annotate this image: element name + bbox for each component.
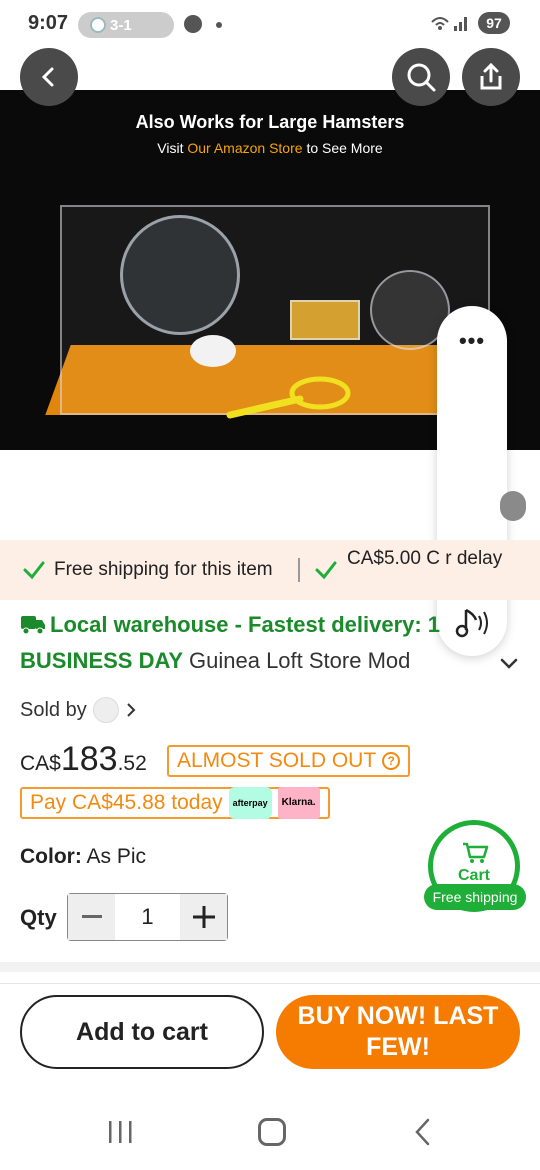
exercise-wheel [120,215,240,335]
price-whole: 183 [60,740,118,778]
team-logo-icon [90,17,106,33]
minus-button[interactable] [68,894,115,940]
quantity-stepper: 1 [67,893,228,941]
back-icon [41,67,54,87]
back-button[interactable] [20,48,78,106]
wifi-signal-icon [430,14,470,35]
hero-subline: Visit Our Amazon Store to See More [157,140,383,156]
sold-by-label: Sold by [20,698,87,721]
section-divider [0,983,540,984]
food-tray [290,300,360,340]
price-currency: CA$ [20,752,61,775]
business-day-label: BUSINESS DAY [20,648,184,673]
pay-today-badge[interactable]: Pay CA$45.88 today afterpay Klarna. [20,787,330,819]
free-shipping-badge: Free shipping [424,884,526,910]
afterpay-logo: afterpay [228,787,272,819]
hamster-cage-illustration [40,185,500,435]
notification-dot-icon [216,22,222,28]
chevron-down-icon[interactable] [500,658,518,670]
add-to-cart-button[interactable]: Add to cart [20,995,264,1069]
hamster [190,335,236,367]
klarna-logo: Klarna. [277,787,320,819]
search-button[interactable] [392,48,450,106]
yellow-tongs [226,376,351,419]
score-notification-pill: 3-1 [78,12,174,38]
check-icon [23,561,45,580]
quantity-value[interactable]: 1 [115,894,180,940]
share-icon [480,62,502,90]
check-icon [315,561,337,580]
plus-button[interactable] [180,894,227,940]
free-shipping-text: Free shipping for this item [54,559,273,580]
price: CA$183.52 [20,740,147,779]
cart-label: Cart [457,867,490,884]
search-icon [407,63,436,92]
delay-credit-text: CA$5.00 C r delay [347,548,503,569]
status-time: 9:07 [28,12,69,34]
help-icon: ? [382,752,401,770]
chevron-right-icon [127,703,136,717]
system-back-icon[interactable] [412,1117,434,1147]
divider [298,558,300,582]
price-decimal: .52 [117,752,147,775]
sold-by-row[interactable]: Sold by [20,697,137,723]
color-selector[interactable]: Color: As Pic [20,845,146,869]
minus-icon [81,915,102,918]
sports-ball-icon [184,15,202,33]
plus-icon [192,906,215,928]
shipping-banner[interactable]: Free shipping for this item CA$5.00 C r … [0,540,540,600]
seller-logo-icon [92,697,119,723]
recent-apps-icon[interactable] [106,1118,136,1146]
quantity-label: Qty [20,905,57,930]
status-bar: 9:07 3-1 97 [0,0,540,50]
system-navigation-bar [0,1100,540,1170]
color-value: As Pic [86,845,147,868]
more-icon[interactable]: ••• [437,328,507,354]
image-pager-indicator [500,491,526,521]
cart-icon [463,842,489,863]
section-divider [0,962,540,972]
share-button[interactable] [462,48,520,106]
local-warehouse-delivery: Local warehouse - Fastest delivery: 1 [20,612,440,638]
battery-level: 97 [478,12,510,34]
audio-icon[interactable] [452,606,492,640]
almost-sold-out-badge[interactable]: ALMOST SOLD OUT ? [167,745,411,777]
truck-icon [21,616,45,635]
hero-headline: Also Works for Large Hamsters [135,112,405,132]
color-label: Color: [20,845,82,868]
product-title[interactable]: BUSINESS DAY Guinea Loft Store Mod [20,648,440,674]
product-name: Guinea Loft Store Mod [189,648,411,673]
home-icon[interactable] [258,1118,286,1146]
score-text: 3-1 [110,16,132,34]
floating-action-pill: ••• [437,306,507,656]
buy-now-button[interactable]: BUY NOW! LAST FEW! [276,995,520,1069]
